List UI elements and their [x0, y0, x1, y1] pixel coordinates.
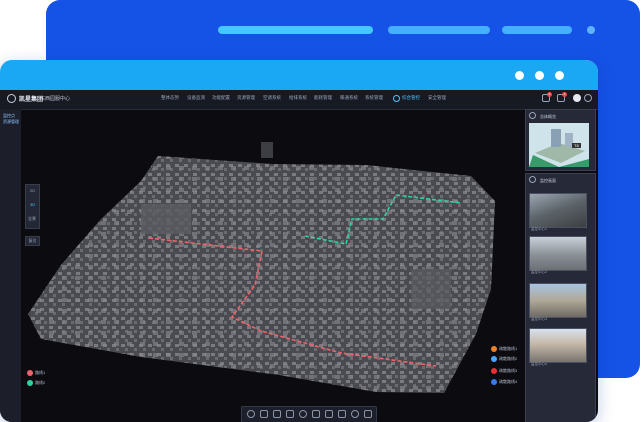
bell-badge: 3: [547, 92, 552, 97]
front-browser-window: 凯星集团 东西园服中心 整体态势 设备监测 功能配置 资源管理 空调系统 给排系…: [0, 60, 598, 422]
app-screen: 凯星集团 东西园服中心 整体态势 设备监测 功能配置 资源管理 空调系统 给排系…: [0, 90, 598, 422]
message-badge: 2: [562, 92, 567, 97]
nav-item-1[interactable]: 设备监测: [187, 95, 205, 101]
legend-dot: [27, 370, 33, 376]
back-window-tab-bar: [388, 26, 490, 34]
nav-item-4[interactable]: 空调系统: [263, 95, 281, 101]
back-window-dot: [587, 26, 595, 34]
camera-panel-title: 监控画面: [540, 178, 556, 183]
map-block: [141, 204, 191, 234]
brand-subtitle: 东西园服中心: [40, 96, 71, 102]
camera-feed-1[interactable]: [529, 193, 587, 228]
layers-icon[interactable]: [260, 410, 268, 418]
area-icon[interactable]: [338, 410, 346, 418]
chart-icon[interactable]: [364, 410, 372, 418]
camera-feed-3[interactable]: [529, 283, 587, 318]
nav-item-10[interactable]: 安全管理: [428, 95, 446, 101]
map-view-switch: 2D 3D 全景: [25, 184, 40, 229]
compass-icon[interactable]: [299, 410, 307, 418]
nav-item-8[interactable]: 系统管理: [365, 95, 383, 101]
nav-item-9[interactable]: 综合管控: [402, 95, 420, 101]
legend-right-1: 疏散路线1: [491, 346, 517, 352]
map-tower: [261, 142, 273, 158]
overview-title: 总体概览: [540, 114, 556, 119]
view-3d-button[interactable]: 3D: [30, 202, 35, 207]
camera-label-1: 监控中心1: [531, 227, 547, 231]
camera-feed-2[interactable]: [529, 236, 587, 271]
legend-dot: [491, 379, 497, 385]
user-avatar-icon[interactable]: [573, 94, 581, 102]
search-icon[interactable]: [584, 94, 592, 102]
eye-icon[interactable]: [247, 410, 255, 418]
measure-icon[interactable]: [286, 410, 294, 418]
legend-right-2: 疏散路线2: [491, 356, 517, 362]
view-pano-button[interactable]: 全景: [28, 216, 36, 222]
left-sidebar: 监控点 资源管理: [0, 109, 21, 422]
camera-label-3: 监控中心3: [531, 317, 547, 321]
camera-label-4: 监控中心4: [531, 362, 547, 366]
window-dot-2: [535, 71, 544, 80]
overview-tag: T8: [572, 143, 581, 148]
legend-label: 疏散路线4: [499, 379, 518, 385]
back-window-tab-bar-2: [502, 26, 572, 34]
sidebar-item-resource[interactable]: 资源管理: [3, 119, 19, 125]
box-icon[interactable]: [325, 410, 333, 418]
legend-left-2: 路线2: [27, 380, 45, 386]
bottom-toolbar: [241, 406, 377, 422]
camera-label-2: 监控中心2: [531, 270, 547, 274]
legend-label: 疏散路线3: [499, 368, 518, 374]
window-dot-3: [555, 71, 564, 80]
legend-label: 疏散路线2: [499, 356, 518, 362]
thumb-tower: [551, 129, 561, 147]
legend-label: 路线1: [35, 370, 46, 376]
top-navigation: 凯星集团 东西园服中心 整体态势 设备监测 功能配置 资源管理 空调系统 给排系…: [0, 90, 598, 110]
active-nav-icon: [393, 95, 400, 102]
front-window-header: [0, 60, 598, 90]
nav-item-3[interactable]: 资源管理: [237, 95, 255, 101]
legend-label: 疏散路线1: [499, 346, 518, 352]
legend-left-1: 路线1: [27, 370, 45, 376]
nav-item-0[interactable]: 整体态势: [161, 95, 179, 101]
nav-item-7[interactable]: 暖通系统: [340, 95, 358, 101]
back-window-url-bar: [218, 26, 373, 34]
window-dot-1: [515, 71, 524, 80]
camera-icon[interactable]: [312, 410, 320, 418]
view-2d-button[interactable]: 2D: [30, 188, 35, 193]
reset-view-button[interactable]: 复位: [25, 236, 40, 246]
legend-label: 路线2: [35, 380, 46, 386]
map-block: [411, 269, 451, 309]
3d-map-view[interactable]: [21, 109, 520, 422]
legend-right-3: 疏散路线3: [491, 368, 517, 374]
nav-item-2[interactable]: 功能配置: [212, 95, 230, 101]
overview-icon: [529, 112, 536, 119]
search-icon[interactable]: [351, 410, 359, 418]
camera-panel-icon: [529, 176, 536, 183]
legend-right-4: 疏散路线4: [491, 379, 517, 385]
nav-item-5[interactable]: 给排系统: [289, 95, 307, 101]
legend-dot: [491, 368, 497, 374]
legend-dot: [491, 356, 497, 362]
brand-logo-icon: [7, 94, 16, 103]
cube-icon[interactable]: [273, 410, 281, 418]
camera-feed-4[interactable]: [529, 328, 587, 363]
legend-dot: [491, 346, 497, 352]
legend-dot: [27, 380, 33, 386]
nav-item-6[interactable]: 能耗管理: [314, 95, 332, 101]
